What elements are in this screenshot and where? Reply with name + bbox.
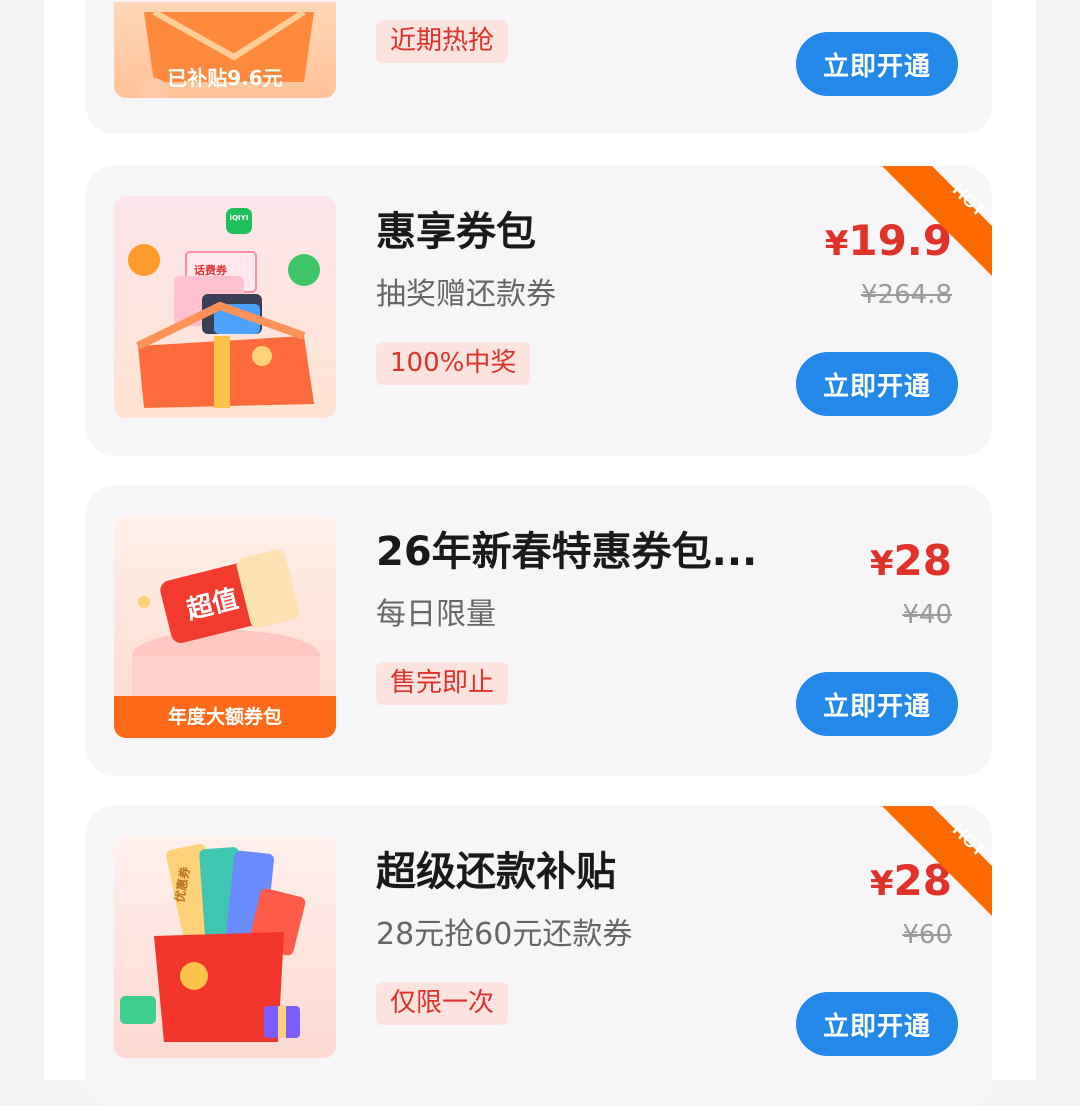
activate-button[interactable]: 立即开通 <box>796 992 958 1056</box>
activate-button[interactable]: 立即开通 <box>796 352 958 416</box>
thumbnail-banner-text: 年度大额券包 <box>167 706 282 728</box>
currency-symbol: ¥ <box>869 544 894 584</box>
hot-corner-badge: HOT <box>882 806 992 916</box>
product-tag: 售完即止 <box>376 662 509 706</box>
red-envelope-image <box>114 836 336 1058</box>
product-subtitle: 抽奖赠还款券 <box>376 277 556 312</box>
product-tag: 100%中奖 <box>376 342 531 386</box>
product-title: 超级还款补贴 <box>376 849 616 895</box>
product-subtitle: 每日限量 <box>376 597 496 632</box>
hot-badge-shape <box>882 806 992 916</box>
activate-button[interactable]: 立即开通 <box>796 672 958 736</box>
product-card-3[interactable]: 超值 年度大额券包 26年新春特惠券包... 每日限量 售完即止 ¥28 ¥40… <box>86 486 992 776</box>
product-price: ¥28 <box>870 540 952 582</box>
original-price: ¥40 <box>902 600 952 630</box>
hot-badge-shape <box>882 166 992 276</box>
product-title: 惠享券包 <box>376 209 536 255</box>
product-tag: 仅限一次 <box>376 982 509 1026</box>
activate-button[interactable]: 立即开通 <box>796 32 958 96</box>
product-card-4[interactable]: 优惠券 超级还款补贴 28元抢60元还款券 仅限一次 ¥28 ¥60 立即开通 … <box>86 806 992 1106</box>
product-thumbnail-1: 已补贴9.6元 <box>114 0 336 98</box>
product-thumbnail-3: 超值 年度大额券包 <box>114 516 336 738</box>
price-value: 28 <box>893 536 952 585</box>
product-card-2[interactable]: iQIYI 话费券 惠享券包 抽奖赠还款券 100%中奖 ¥19.9 ¥264.… <box>86 166 992 456</box>
product-subtitle: 28元抢60元还款券 <box>376 917 633 952</box>
thumbnail-app-label: iQIYI <box>229 214 249 222</box>
currency-symbol: ¥ <box>824 224 849 264</box>
hot-corner-badge: HOT <box>882 166 992 276</box>
thumbnail-banner-text: 已补贴9.6元 <box>167 66 283 90</box>
thumbnail-coupon-label: 话费券 <box>194 264 227 277</box>
product-thumbnail-4: 优惠券 <box>114 836 336 1058</box>
product-title: 26年新春特惠券包... <box>376 529 758 575</box>
product-tag: 近期热抢 <box>376 20 509 64</box>
original-price: ¥264.8 <box>861 280 952 310</box>
coupon-pack-image <box>114 196 336 418</box>
product-thumbnail-2: iQIYI 话费券 <box>114 196 336 418</box>
original-price: ¥60 <box>902 920 952 950</box>
product-card-1[interactable]: 已补贴9.6元 近期热抢 立即开通 <box>86 0 992 134</box>
